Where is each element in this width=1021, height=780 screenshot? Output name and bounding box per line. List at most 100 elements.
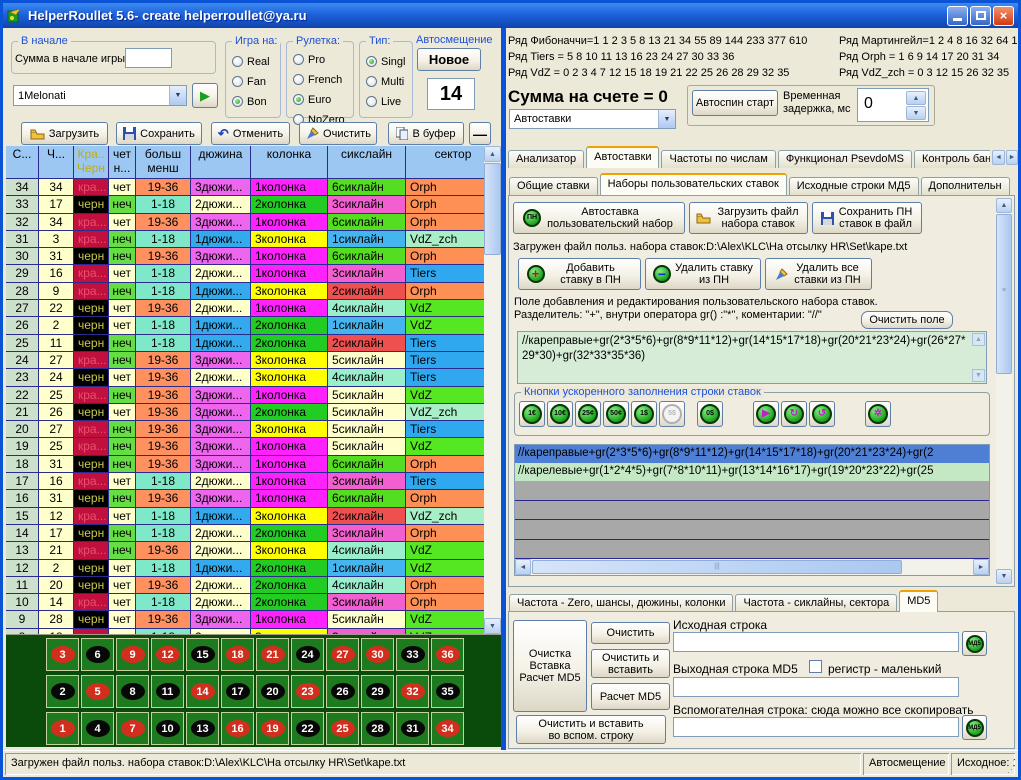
board-cell-33[interactable]: 33 [396,638,429,671]
board-cell-28[interactable]: 28 [361,712,394,745]
scrollbar-thumb[interactable] [484,163,501,255]
board-cell-14[interactable]: 14 [186,675,219,708]
list-item[interactable]: //кареправые+gr(2*3*5*6)+gr(8*9*11*12)+g… [515,445,989,463]
tab-анализатор[interactable]: Анализатор [508,150,584,168]
chip-button-1€[interactable]: 1€ [519,401,545,427]
board-cell-12[interactable]: 12 [151,638,184,671]
table-row[interactable]: 262чернчет1-181дюжи...2колонка1сиклайнVd… [6,317,501,334]
board-cell-34[interactable]: 34 [431,712,464,745]
start-sum-input[interactable] [125,48,172,68]
list-hscrollbar[interactable]: ◄|||► [515,559,989,575]
table-row[interactable]: 122чернчет1-181дюжи...2колонка1сиклайнVd… [6,560,501,577]
play-chip-button[interactable]: ▶ [753,401,779,427]
table-row[interactable]: 1512кра...чет1-181дюжи...3колонка2сиклай… [6,508,501,525]
autoshift-new-button[interactable]: Новое [417,48,481,71]
board-cell-30[interactable]: 30 [361,638,394,671]
table-row[interactable]: 313кра...неч1-181дюжи...3колонка1сиклайн… [6,231,501,248]
scrollbar-thumb[interactable]: ≡ [996,214,1012,374]
list-item[interactable]: //карелевые+gr(1*2*4*5)+gr(7*8*10*11)+gr… [515,463,989,481]
table-row[interactable]: 2427кра...неч19-363дюжи...3колонка5сикла… [6,352,501,369]
board-cell-29[interactable]: 29 [361,675,394,708]
scroll-down-icon[interactable]: ▼ [972,369,985,382]
table-row[interactable]: 1014кра...чет1-182дюжи...2колонка3сиклай… [6,594,501,611]
radio-euro[interactable]: Euro [293,91,351,108]
autoset-user-set-button[interactable]: ПН Автоставка пользовательский набор [513,202,685,234]
board-cell-21[interactable]: 21 [256,638,289,671]
bet-set-listbox[interactable]: //кареправые+gr(2*3*5*6)+gr(8*9*11*12)+g… [514,444,990,576]
table-row[interactable]: 1631черннеч19-363дюжи...1колонка6сиклайн… [6,490,501,507]
autospin-start-button[interactable]: Автоспин старт [692,90,778,116]
table-row[interactable]: 2225кра...неч19-363дюжи...1колонка5сикла… [6,387,501,404]
table-row[interactable]: 2324чернчет19-362дюжи...3колонка4сиклайн… [6,369,501,386]
table-row[interactable]: 3434кра...чет19-363дюжи...1колонка6сикла… [6,179,501,196]
md5-clear-paste-button[interactable]: Очистить и вставить [591,649,670,678]
board-cell-20[interactable]: 20 [256,675,289,708]
add-bet-button[interactable]: + Добавить ставку в ПН [518,258,641,290]
md5-clear-paste-aux-button[interactable]: Очистить и вставить во вспом. строку [516,715,666,744]
table-row[interactable]: 1925кра...неч19-363дюжи...1колонка5сикла… [6,438,501,455]
scroll-down-button[interactable]: ▼ [484,618,501,634]
radio-bon[interactable]: Bon [232,93,278,110]
close-button[interactable]: × [993,6,1014,26]
panel-scrollbar[interactable]: ▲ ≡ ▼ [996,198,1012,584]
chip-button-50¢[interactable]: 50¢ [603,401,629,427]
md5-source-input[interactable] [673,632,959,652]
scroll-down-button[interactable]: ▼ [996,569,1012,584]
board-cell-24[interactable]: 24 [291,638,324,671]
tab-частоты-по-числам[interactable]: Частоты по числам [661,150,775,168]
board-cell-19[interactable]: 19 [256,712,289,745]
board-cell-25[interactable]: 25 [326,712,359,745]
table-row[interactable]: 928чернчет19-363дюжи...1колонка5сиклайнV… [6,611,501,628]
tab-наборы-пользовательских-ставок[interactable]: Наборы пользовательских ставок [600,173,787,195]
board-cell-36[interactable]: 36 [431,638,464,671]
board-cell-3[interactable]: 3 [46,638,79,671]
board-cell-22[interactable]: 22 [291,712,324,745]
table-row[interactable]: 2916кра...чет1-182дюжи...1колонка3сиклай… [6,265,501,282]
scroll-right-button[interactable]: ► [973,559,989,575]
board-cell-7[interactable]: 7 [116,712,149,745]
tab-автоставки[interactable]: Автоставки [586,146,659,168]
tab-частота-zero-шансы-дюжины-коло[interactable]: Частота - Zero, шансы, дюжины, колонки [509,594,733,612]
radio-french[interactable]: French [293,71,351,88]
tab-общие-ставки[interactable]: Общие ставки [509,177,598,195]
board-cell-35[interactable]: 35 [431,675,464,708]
board-cell-27[interactable]: 27 [326,638,359,671]
board-cell-6[interactable]: 6 [81,638,114,671]
tab-дополнительн[interactable]: Дополнительн [921,177,1010,195]
md5-copy-aux-button[interactable]: МД5 [962,715,987,740]
board-cell-10[interactable]: 10 [151,712,184,745]
pattern-chip-button[interactable]: ✲ [865,401,891,427]
radio-pro[interactable]: Pro [293,51,351,68]
tab-md5[interactable]: MD5 [899,590,938,612]
table-row[interactable]: 289кра...неч1-181дюжи...3колонка2сиклайн… [6,283,501,300]
table-row[interactable]: 2511черннеч1-181дюжи...2колонка2сиклайнT… [6,335,501,352]
board-cell-5[interactable]: 5 [81,675,114,708]
radio-singl[interactable]: Singl [366,53,410,70]
board-cell-23[interactable]: 23 [291,675,324,708]
tab-scroll-right-button[interactable]: ► [1006,150,1018,165]
autobets-combobox[interactable]: Автоставки ▼ [509,109,676,129]
clear-button[interactable]: Очистить [299,122,377,145]
chip-button-1$[interactable]: 1$ [631,401,657,427]
table-scrollbar[interactable]: ▲ ▼ [484,146,501,634]
board-cell-9[interactable]: 9 [116,638,149,671]
save-set-file-button[interactable]: Сохранить ПН ставок в файл [812,202,922,234]
clear-field-button[interactable]: Очистить поле [861,311,953,329]
minus-button[interactable]: — [469,122,491,145]
tab-scroll-left-button[interactable]: ◄ [992,150,1005,165]
chip-button-10€[interactable]: 10€ [547,401,573,427]
remove-all-bets-button[interactable]: Удалить все ставки из ПН [765,258,872,290]
back-chip-button[interactable]: ↺ [809,401,835,427]
table-row[interactable]: 1417черннеч1-182дюжи...2колонка3сиклайнO… [6,525,501,542]
table-row[interactable]: 1321кра...неч19-362дюжи...3колонка4сикла… [6,542,501,559]
maximize-button[interactable] [970,6,991,26]
load-button[interactable]: Загрузить [21,122,108,145]
delay-spinner[interactable]: 0 ▲ ▼ [857,88,929,122]
radio-fan[interactable]: Fan [232,73,278,90]
table-row[interactable]: 3234кра...чет19-363дюжи...1колонка6сикла… [6,214,501,231]
scroll-left-button[interactable]: ◄ [515,559,531,575]
spinner-down-button[interactable]: ▼ [906,106,926,120]
load-set-file-button[interactable]: Загрузить файл набора ставок [689,202,808,234]
undo-button[interactable]: ↶ Отменить [211,122,290,145]
minimize-button[interactable] [947,6,968,26]
